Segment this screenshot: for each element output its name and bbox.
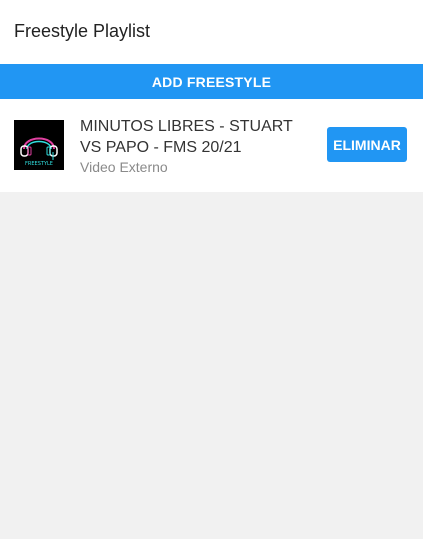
app-window: Freestyle Playlist ADD FREESTYLE FREESTY… (0, 0, 423, 539)
item-title: MINUTOS LIBRES - STUART VS PAPO - FMS 20… (80, 118, 293, 156)
playlist-list: FREESTYLE MINUTOS LIBRES - STUART VS PAP… (0, 99, 423, 192)
delete-button[interactable]: ELIMINAR (327, 127, 407, 162)
add-freestyle-button[interactable]: ADD FREESTYLE (0, 64, 423, 99)
page-title: Freestyle Playlist (14, 20, 151, 41)
add-freestyle-label: ADD FREESTYLE (151, 73, 272, 90)
thumbnail: FREESTYLE (14, 119, 64, 170)
item-text-group: MINUTOS LIBRES - STUART VS PAPO - FMS 20… (80, 116, 327, 175)
list-item[interactable]: FREESTYLE MINUTOS LIBRES - STUART VS PAP… (0, 99, 423, 192)
headphones-freestyle-logo-icon: FREESTYLE (20, 137, 58, 167)
delete-label: ELIMINAR (333, 136, 401, 153)
thumbnail-text: FREESTYLE (25, 161, 53, 167)
item-subtitle: Video Externo (80, 159, 168, 175)
app-header: Freestyle Playlist (0, 0, 423, 64)
